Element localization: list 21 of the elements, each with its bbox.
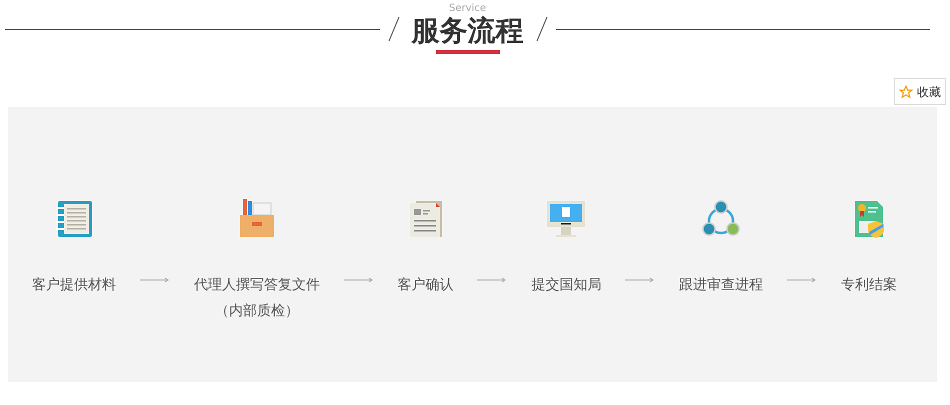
- step-label: 专利结案: [840, 276, 897, 295]
- step-label: 客户确认: [398, 276, 454, 295]
- slash-divider-icon: [536, 16, 548, 42]
- step-note: （内部质检）: [214, 302, 299, 321]
- notebook-icon: [54, 199, 94, 239]
- star-icon: [899, 84, 913, 98]
- step-label: 跟进审查进程: [679, 276, 764, 295]
- arrow-icon: [477, 277, 508, 283]
- section-subtitle: Service: [449, 4, 486, 14]
- slash-divider-icon: [388, 16, 400, 42]
- arrow-icon: [625, 277, 656, 283]
- favorite-button[interactable]: 收藏: [894, 78, 946, 105]
- arrow-icon: [787, 277, 818, 283]
- step-label: 代理人撰写答复文件: [194, 276, 320, 295]
- step-label: 客户提供材料: [32, 276, 116, 295]
- arrow-icon: [140, 277, 170, 283]
- arrow-icon: [344, 277, 374, 283]
- title-underline: [436, 50, 500, 54]
- step-label: 提交国知局: [531, 276, 602, 295]
- monitor-icon: [546, 199, 586, 239]
- section-title: 服务流程: [410, 14, 524, 48]
